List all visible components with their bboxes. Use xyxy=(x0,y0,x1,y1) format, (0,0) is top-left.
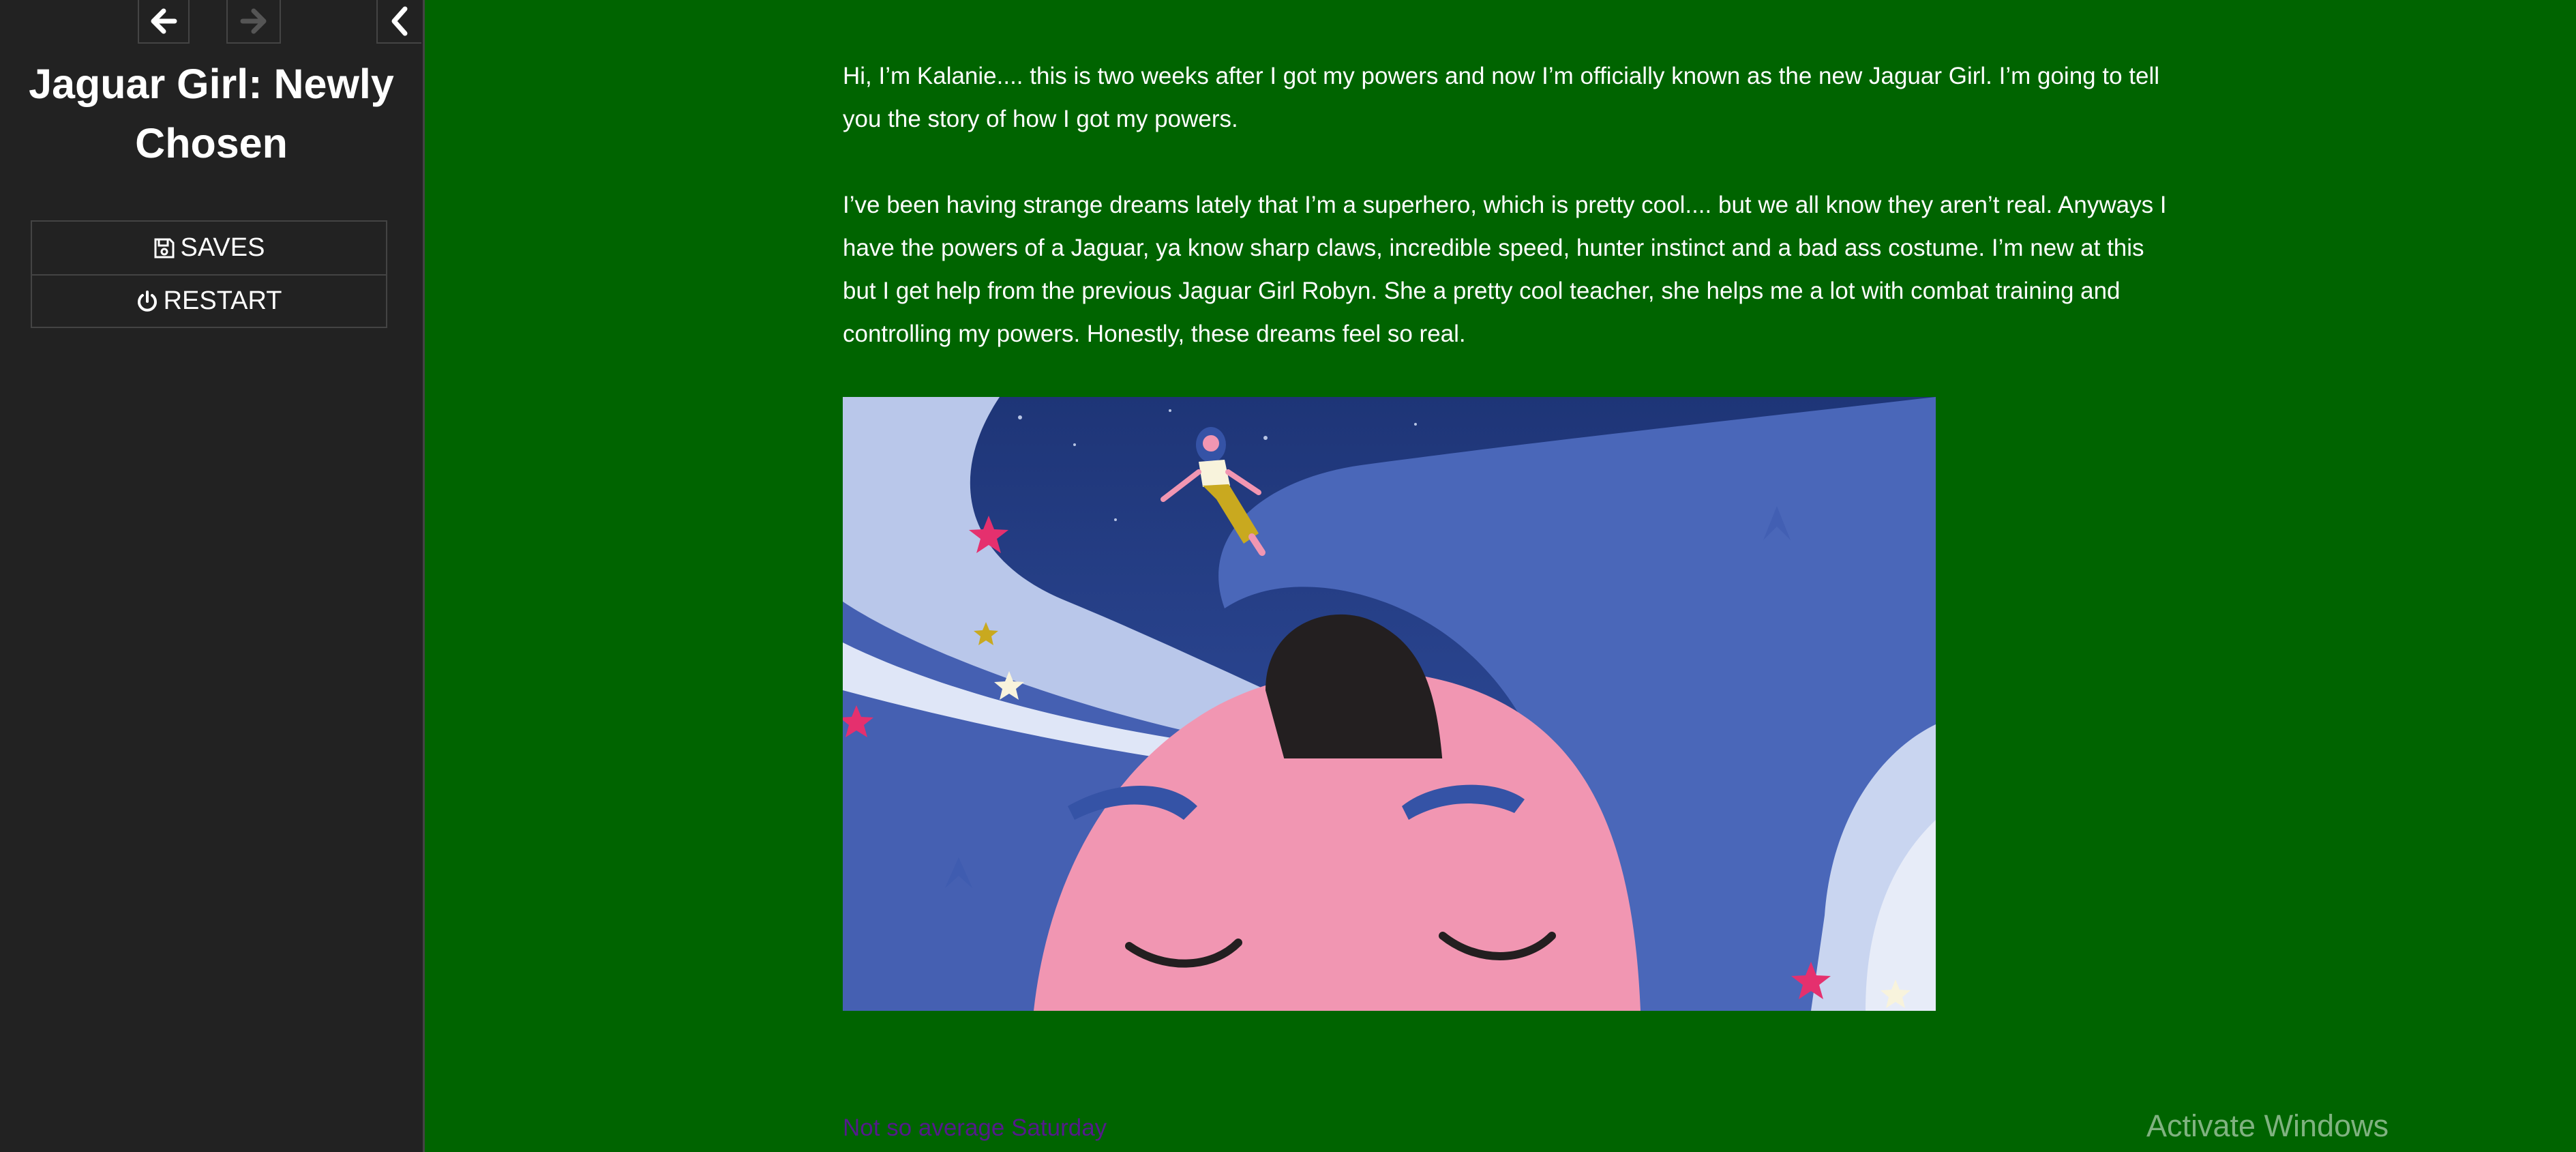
arrow-right-icon xyxy=(240,8,267,34)
passage-paragraph: I’ve been having strange dreams lately t… xyxy=(843,192,2167,347)
floppy-disk-icon xyxy=(154,238,175,258)
sidebar-toggle-button[interactable] xyxy=(376,0,421,44)
story-menu: SAVES RESTART xyxy=(31,220,387,328)
history-back-button[interactable] xyxy=(138,0,190,44)
sidebar: Jaguar Girl: Newly Chosen SAVES RESTART xyxy=(0,0,425,1152)
dream-illustration xyxy=(843,397,1936,1011)
saves-button[interactable]: SAVES xyxy=(32,222,386,274)
saves-label: SAVES xyxy=(180,233,265,262)
arrow-left-icon xyxy=(151,8,177,34)
next-passage-link[interactable]: Not so average Saturday xyxy=(843,1114,1107,1142)
chevron-left-icon xyxy=(391,6,408,36)
activate-windows-watermark: Activate Windows xyxy=(2146,1108,2389,1143)
passage-paragraph: Hi, I’m Kalanie.... this is two weeks af… xyxy=(843,63,2159,132)
power-icon xyxy=(137,290,157,312)
restart-label: RESTART xyxy=(163,286,282,315)
story-passage: Hi, I’m Kalanie.... this is two weeks af… xyxy=(843,55,2172,355)
restart-button[interactable]: RESTART xyxy=(32,274,386,327)
story-title: Jaguar Girl: Newly Chosen xyxy=(29,61,394,166)
history-forward-button[interactable] xyxy=(226,0,281,44)
